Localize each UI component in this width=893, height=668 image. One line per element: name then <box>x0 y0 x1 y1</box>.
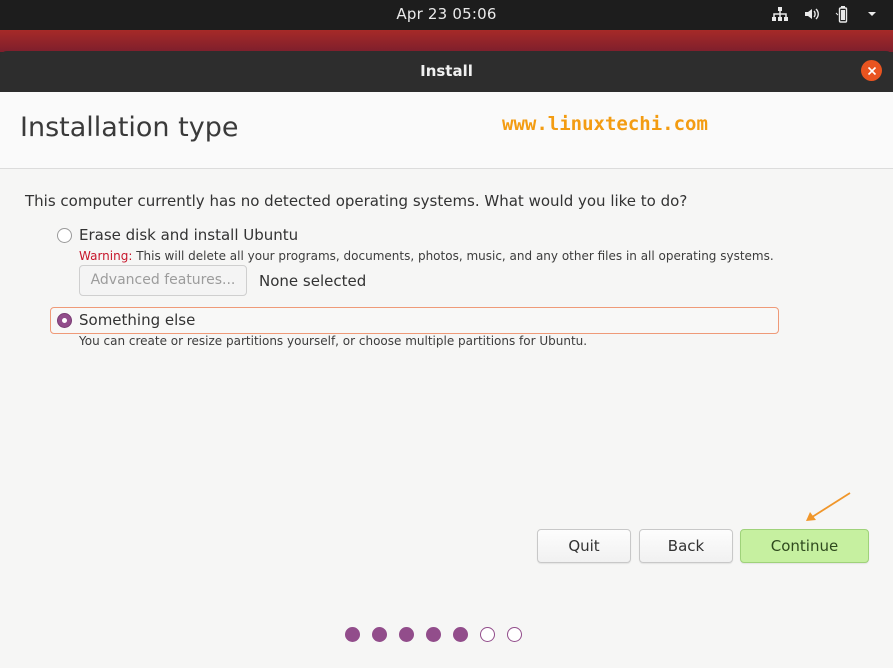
progress-dot <box>480 627 495 642</box>
something-else-label[interactable]: Something else <box>79 311 195 329</box>
something-else-description: You can create or resize partitions your… <box>79 334 588 348</box>
progress-dot <box>507 627 522 642</box>
advanced-status: None selected <box>259 272 367 290</box>
annotation-arrow-icon <box>806 492 851 521</box>
erase-disk-label[interactable]: Erase disk and install Ubuntu <box>79 226 298 244</box>
quit-button[interactable]: Quit <box>537 529 631 563</box>
progress-dot <box>399 627 414 642</box>
page-title: Installation type <box>20 112 239 143</box>
chevron-down-icon[interactable] <box>867 9 877 19</box>
advanced-features-button[interactable]: Advanced features... <box>79 265 247 296</box>
continue-button[interactable]: Continue <box>740 529 869 563</box>
top-bar: Apr 23 05:06 <box>0 0 893 30</box>
installer-content: Installation type www.linuxtechi.com Thi… <box>0 92 893 668</box>
window-titlebar[interactable]: Install <box>0 51 893 92</box>
clock[interactable]: Apr 23 05:06 <box>0 0 893 28</box>
progress-dot <box>453 627 468 642</box>
something-else-radio[interactable] <box>57 313 72 328</box>
question-text: This computer currently has no detected … <box>25 192 688 210</box>
network-icon[interactable] <box>771 6 789 22</box>
close-button[interactable] <box>861 60 882 81</box>
warning-text: This will delete all your programs, docu… <box>132 249 774 263</box>
progress-dots <box>345 627 522 642</box>
warning-prefix: Warning: <box>79 249 133 263</box>
progress-dot <box>426 627 441 642</box>
system-tray[interactable] <box>771 5 877 23</box>
desktop-wallpaper <box>0 30 893 52</box>
volume-icon[interactable] <box>803 6 821 22</box>
page-header: Installation type www.linuxtechi.com <box>0 92 893 169</box>
erase-disk-warning: Warning: This will delete all your progr… <box>79 249 774 263</box>
watermark: www.linuxtechi.com <box>502 113 708 135</box>
window-title: Install <box>420 62 473 80</box>
battery-icon[interactable] <box>835 5 853 23</box>
progress-dot <box>372 627 387 642</box>
erase-disk-radio[interactable] <box>57 228 72 243</box>
progress-dot <box>345 627 360 642</box>
close-icon <box>867 66 876 75</box>
back-button[interactable]: Back <box>639 529 733 563</box>
